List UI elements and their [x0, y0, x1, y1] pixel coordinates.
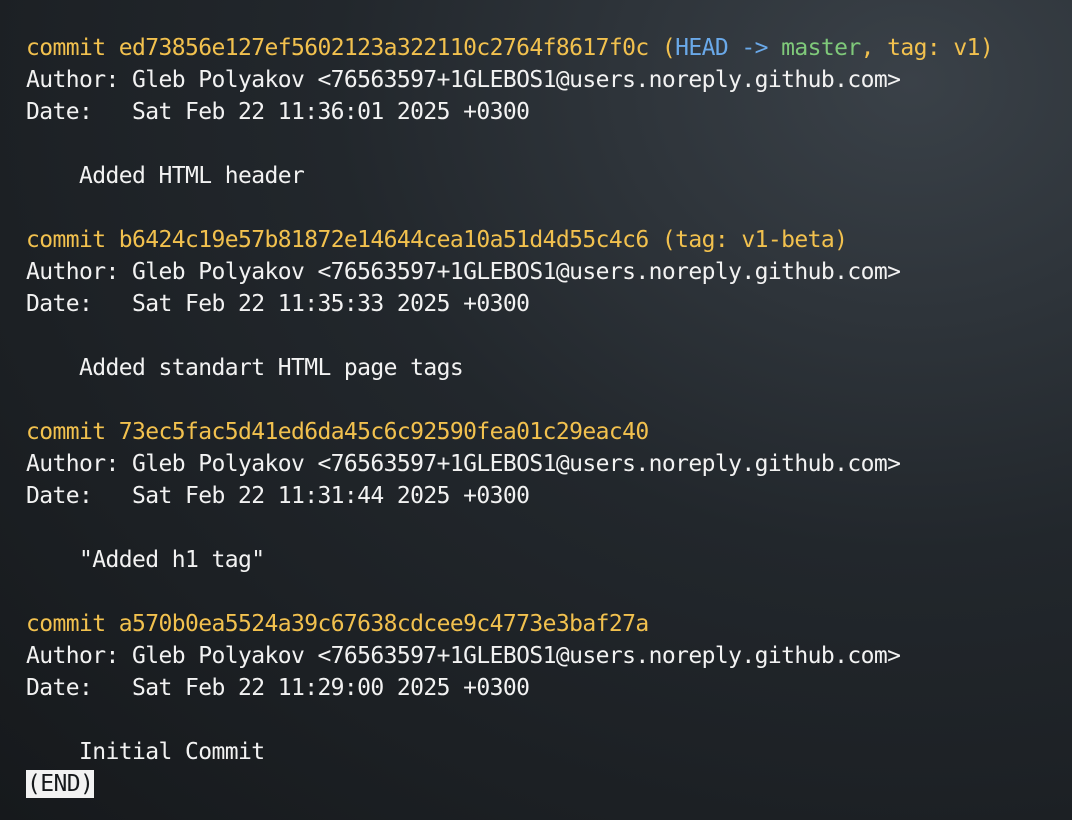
commit-hash: a570b0ea5524a39c67638cdcee9c4773e3baf27a	[118, 611, 649, 637]
commit-prefix: commit	[26, 35, 119, 61]
commit-prefix: commit	[26, 419, 119, 445]
author-line: Author: Gleb Polyakov <76563597+1GLEBOS1…	[26, 259, 901, 285]
date-line: Date: Sat Feb 22 11:29:00 2025 +0300	[26, 675, 530, 701]
date-line: Date: Sat Feb 22 11:35:33 2025 +0300	[26, 291, 530, 317]
commit-prefix: commit	[26, 227, 119, 253]
commit-prefix: commit	[26, 611, 119, 637]
commit-hash: ed73856e127ef5602123a322110c2764f8617f0c	[118, 35, 649, 61]
pager-prompt[interactable]: (END)	[26, 768, 1066, 800]
commit-message: Initial Commit	[26, 739, 265, 765]
author-line: Author: Gleb Polyakov <76563597+1GLEBOS1…	[26, 643, 901, 669]
commit-message: Added standart HTML page tags	[26, 355, 464, 381]
tag-ref: , tag: v1)	[860, 35, 994, 61]
git-log-output: commit ed73856e127ef5602123a322110c2764f…	[26, 32, 1066, 800]
commit-line: commit b6424c19e57b81872e14644cea10a51d4…	[26, 224, 1066, 256]
head-ref: HEAD ->	[675, 35, 768, 61]
branch-ref: master	[767, 35, 861, 61]
commit-hash: 73ec5fac5d41ed6da45c6c92590fea01c29eac40	[118, 419, 649, 445]
commit-line: commit a570b0ea5524a39c67638cdcee9c4773e…	[26, 608, 1066, 640]
commit-message: "Added h1 tag"	[26, 547, 265, 573]
commit-message: Added HTML header	[26, 163, 305, 189]
date-line: Date: Sat Feb 22 11:36:01 2025 +0300	[26, 99, 530, 125]
author-line: Author: Gleb Polyakov <76563597+1GLEBOS1…	[26, 451, 901, 477]
commit-hash: b6424c19e57b81872e14644cea10a51d4d55c4c6	[118, 227, 649, 253]
author-line: Author: Gleb Polyakov <76563597+1GLEBOS1…	[26, 67, 901, 93]
commit-line: commit ed73856e127ef5602123a322110c2764f…	[26, 32, 1066, 64]
pager-end-marker[interactable]: (END)	[26, 770, 95, 798]
refs-open: (	[648, 35, 676, 61]
date-line: Date: Sat Feb 22 11:31:44 2025 +0300	[26, 483, 530, 509]
tag-ref: (tag: v1-beta)	[648, 227, 848, 253]
commit-line: commit 73ec5fac5d41ed6da45c6c92590fea01c…	[26, 416, 1066, 448]
